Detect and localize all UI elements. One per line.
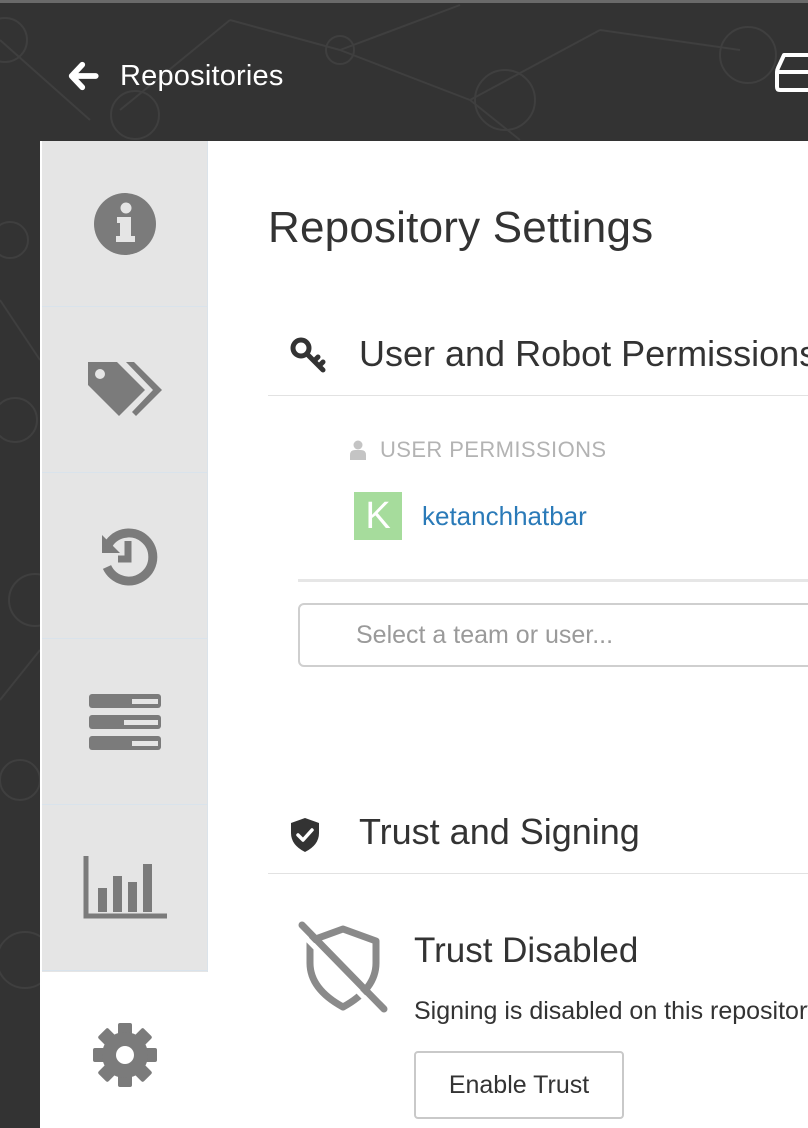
user-permissions-text: USER PERMISSIONS (380, 437, 607, 462)
key-icon (290, 337, 326, 373)
user-permission-row: K ketanchhatbar (354, 492, 587, 540)
user-permissions-label: USER PERMISSIONS (350, 437, 606, 463)
enable-trust-button[interactable]: Enable Trust (414, 1051, 624, 1119)
back-link-label: Repositories (120, 59, 284, 92)
info-circle-icon (93, 192, 156, 255)
tab-builds[interactable] (42, 639, 207, 805)
repository-sidebar (42, 141, 208, 972)
tasks-icon (88, 693, 161, 750)
tab-tags[interactable] (42, 307, 207, 473)
team-or-user-input[interactable] (298, 603, 808, 667)
arrow-left-icon (68, 61, 99, 91)
tab-information[interactable] (42, 141, 207, 307)
back-to-repositories-link[interactable]: Repositories (66, 56, 284, 96)
page-title: Repository Settings (268, 203, 654, 252)
permissions-section-header: User and Robot Permissions (268, 315, 808, 396)
history-icon (101, 528, 157, 585)
gear-icon (92, 1022, 157, 1087)
permissions-divider (298, 579, 808, 582)
trust-section-header: Trust and Signing (268, 793, 808, 874)
tags-icon (87, 361, 162, 416)
tab-usage-logs[interactable] (42, 805, 207, 971)
trust-status-title: Trust Disabled (414, 931, 639, 970)
shield-off-icon (296, 921, 388, 1015)
permissions-heading: User and Robot Permissions (359, 333, 808, 374)
repository-panel: Repository Settings User and Robot Permi… (40, 141, 808, 1128)
bar-chart-icon (83, 855, 167, 918)
shield-check-icon (291, 818, 319, 852)
user-icon (350, 440, 366, 460)
page-header: Repositories (0, 0, 808, 140)
avatar: K (354, 492, 402, 540)
drive-icon[interactable] (774, 52, 808, 94)
trust-description: Signing is disabled on this repository. (414, 997, 808, 1025)
user-link[interactable]: ketanchhatbar (422, 501, 587, 532)
tab-tag-history[interactable] (42, 473, 207, 639)
app-frame: Repositories Repository Settings User an… (0, 0, 808, 1128)
tab-settings[interactable] (42, 972, 207, 1128)
trust-heading: Trust and Signing (359, 811, 640, 852)
